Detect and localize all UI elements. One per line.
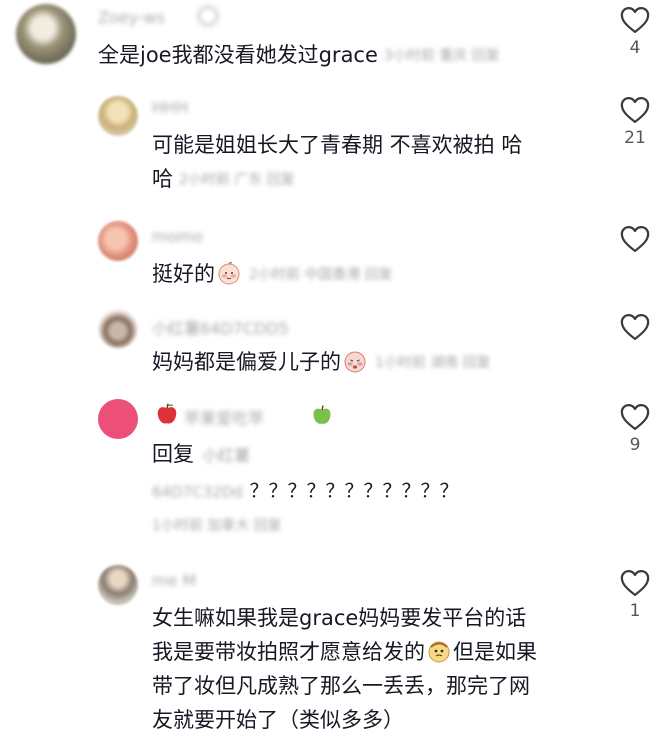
comment-text: 挺好的 2小时前 中国香港 回复: [152, 257, 393, 292]
comment-text: 女生嘛如果我是grace妈妈要发平台的话 我是要带妆拍照才愿意给发的 但是如果 带…: [152, 601, 537, 737]
comment-text-line-2: 哈: [152, 167, 173, 191]
username[interactable]: 苹果爱吃苹: [184, 405, 264, 429]
heart-icon: [620, 226, 650, 252]
comment-text: 全是joe我都没看她发过grace 3小时前 重庆 回复: [98, 38, 500, 73]
avatar[interactable]: [98, 96, 138, 136]
comment-text-line-1: 可能是姐姐长大了青春期 不喜欢被拍 哈: [152, 133, 523, 157]
comment-text-line-4: 友就要开始了（类似多多）: [152, 708, 404, 732]
heart-icon: [620, 97, 650, 123]
avatar[interactable]: [16, 4, 76, 64]
username[interactable]: momo: [152, 227, 203, 246]
comment-text-line-2a: 我是要带妆拍照才愿意给发的: [152, 640, 425, 664]
avatar[interactable]: [98, 565, 138, 605]
comment-text-content: 全是joe我都没看她发过grace: [98, 43, 378, 67]
comment-text-line-2: ？？？？？？？？？？？: [249, 480, 459, 502]
comment-meta[interactable]: 3小时前 重庆 回复: [384, 39, 500, 73]
comment-text-line-3: 带了妆但凡成熟了那么一丢丢，那完了网: [152, 674, 530, 698]
like-count: 21: [624, 128, 646, 148]
like-count: 1: [629, 601, 641, 621]
comment-3: momo 挺好的 2小时前 中国香港 回复: [0, 215, 660, 295]
like-count: 4: [629, 38, 641, 58]
comment-4: 小红薯64D7CDD5 妈妈都是偏爱儿子的 1小时前 湖南 回复: [0, 305, 660, 385]
comment-text-line-2b: 但是如果: [453, 640, 537, 664]
reply-to-id: 64D7C32Dd: [152, 483, 243, 501]
comment-meta[interactable]: 1小时前 湖南 回复: [375, 346, 491, 380]
like-button[interactable]: 1: [612, 569, 658, 621]
comment-text: 回复 小红薯 64D7C32Dd ？？？？？？？？？？？ 1小时前 加拿大 回复: [152, 437, 459, 543]
username[interactable]: me M: [152, 571, 196, 590]
crying-sticker-icon: [344, 351, 366, 373]
heart-icon: [620, 7, 650, 33]
username-row: 苹果爱吃苹: [152, 401, 352, 429]
like-count: 9: [629, 435, 641, 455]
like-button[interactable]: 21: [612, 96, 658, 148]
reply-to-user[interactable]: 小红薯: [202, 446, 250, 465]
green-apple-icon: [313, 405, 331, 424]
comment-text-line-1: 女生嘛如果我是grace妈妈要发平台的话: [152, 606, 527, 630]
comment-5: 苹果爱吃苹 回复 小红薯 64D7C32Dd ？？？？？？？？？？？ 1小时前 加…: [0, 395, 660, 555]
avatar[interactable]: [98, 309, 138, 349]
comment-text-content: 妈妈都是偏爱儿子的: [152, 350, 341, 374]
heart-icon: [620, 404, 650, 430]
comment-text: 可能是姐姐长大了青春期 不喜欢被拍 哈 哈 2小时前 广东 回复: [152, 128, 522, 197]
heart-icon: [620, 570, 650, 596]
comment-2: HHH 可能是姐姐长大了青春期 不喜欢被拍 哈 哈 2小时前 广东 回复 21: [0, 88, 660, 208]
comment-6: me M 女生嘛如果我是grace妈妈要发平台的话 我是要带妆拍照才愿意给发的 但…: [0, 565, 660, 753]
like-button[interactable]: 9: [612, 403, 658, 455]
comment-meta[interactable]: 2小时前 中国香港 回复: [249, 258, 393, 292]
like-button[interactable]: 4: [612, 6, 658, 58]
comment-meta[interactable]: 2小时前 广东 回复: [179, 163, 295, 197]
like-button[interactable]: [612, 225, 658, 257]
comment-text: 妈妈都是偏爱儿子的 1小时前 湖南 回复: [152, 345, 491, 380]
red-apple-icon: [157, 403, 177, 424]
blush-sticker-icon: [218, 261, 240, 285]
comment-1: Zoey-ws 全是joe我都没看她发过grace 3小时前 重庆 回复 4: [0, 0, 660, 80]
comment-text-content: 挺好的: [152, 262, 215, 286]
username[interactable]: HHH: [152, 98, 188, 117]
user-badge-icon: [198, 6, 218, 26]
username[interactable]: Zoey-ws: [98, 8, 165, 27]
comment-meta[interactable]: 1小时前 加拿大 回复: [152, 509, 459, 543]
avatar[interactable]: [98, 399, 138, 439]
heart-icon: [620, 314, 650, 340]
reply-label: 回复: [152, 442, 194, 466]
like-button[interactable]: [612, 313, 658, 345]
avatar[interactable]: [98, 221, 138, 261]
peeking-sticker-icon: [428, 641, 450, 663]
username[interactable]: 小红薯64D7CDD5: [152, 315, 289, 339]
